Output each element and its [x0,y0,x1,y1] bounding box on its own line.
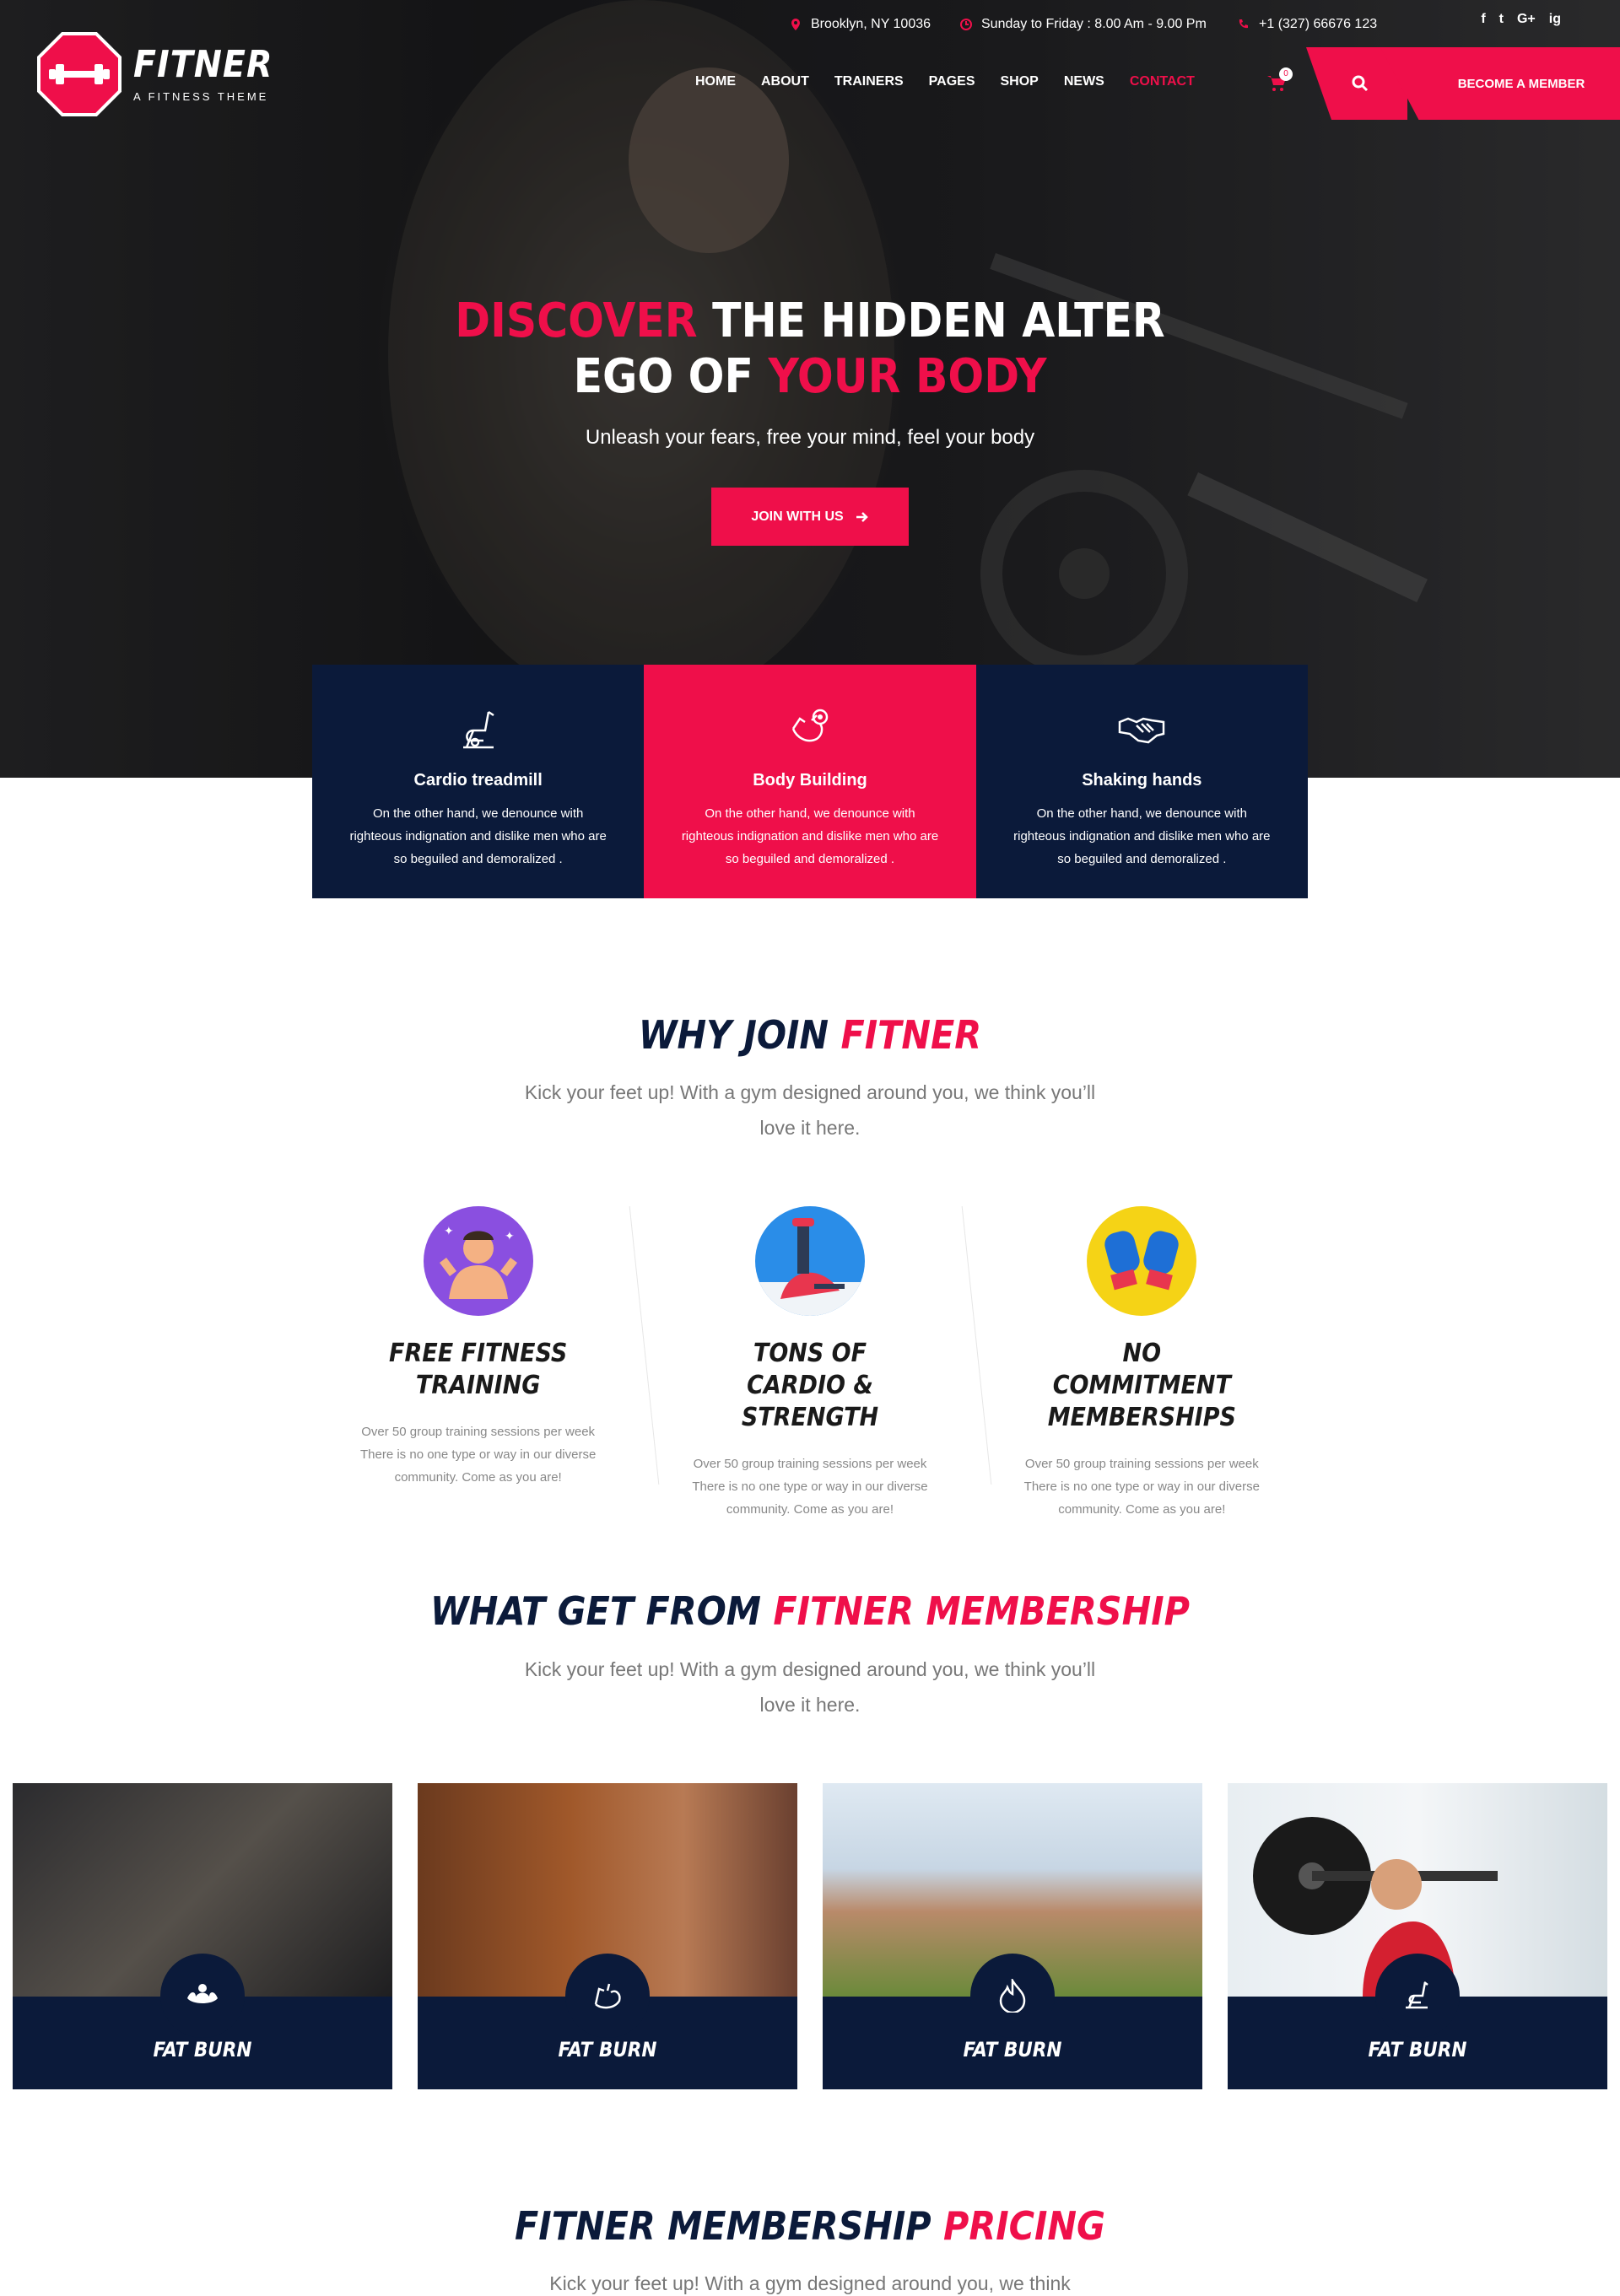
membership-card[interactable]: FAT BURN [1228,1783,1607,2089]
membership-cards: FAT BURN FAT BURN FAT BURN FAT BURN [13,1783,1607,2089]
feature-text: On the other hand, we denounce with righ… [349,806,607,866]
cart-button[interactable]: 0 [1266,67,1293,97]
feature-handshake: Shaking hands On the other hand, we deno… [975,665,1308,898]
card-label: FAT BURN [153,2038,252,2062]
arm-icon [791,709,829,742]
site-logo[interactable]: FITNER A FITNESS THEME [37,32,273,116]
brand-tagline: A FITNESS THEME [133,89,269,103]
membership-title-accent: FITNER MEMBERSHIP [773,1588,1190,1634]
facebook-icon[interactable]: f [1481,12,1485,27]
why-join-subtitle: Kick your feet up! With a gym designed a… [0,1075,1620,1145]
why-subtitle-text: Kick your feet up! With a gym designed a… [524,1081,1096,1139]
why-item: NO COMMITMENT MEMBERSHIPS Over 50 group … [976,1206,1308,1521]
feature-bodybuilding: Body Building On the other hand, we deno… [644,665,976,898]
why-item-text: Over 50 group training sessions per week… [360,1425,597,1485]
boxing-gloves-icon [1087,1206,1197,1316]
map-pin-icon [791,19,800,30]
hero-title-accent-2: YOUR BODY [768,349,1047,404]
treadmill-icon [1375,1954,1460,2038]
feature-text: On the other hand, we denounce with righ… [1013,806,1271,866]
svg-text:✦: ✦ [444,1224,454,1237]
pricing-subtitle: Kick your feet up! With a gym designed a… [0,2266,1620,2296]
phone-info[interactable]: +1 (327) 66676 123 [1237,12,1377,37]
hours-text: Sunday to Friday : 8.00 Am - 9.00 Pm [981,17,1207,31]
nav-shop[interactable]: SHOP [1001,74,1039,89]
location-info: Brooklyn, NY 10036 [789,12,931,37]
why-join-heading: WHY JOIN FITNER [0,1012,1620,1058]
brand-name: FITNER [133,42,273,86]
why-item-text: Over 50 group training sessions per week… [1023,1457,1260,1517]
membership-subtitle: Kick your feet up! With a gym designed a… [0,1652,1620,1722]
nav-pages[interactable]: PAGES [929,74,975,89]
hours-info: Sunday to Friday : 8.00 Am - 9.00 Pm [959,12,1207,37]
phone-text: +1 (327) 66676 123 [1259,17,1378,31]
nav-contact[interactable]: CONTACT [1130,74,1195,89]
feature-title: Shaking hands [1082,771,1202,790]
why-title-dark: WHY JOIN [638,1012,841,1058]
card-label: FAT BURN [963,2038,1062,2062]
membership-heading: WHAT GET FROM FITNER MEMBERSHIP [0,1588,1620,1634]
nav-news[interactable]: NEWS [1064,74,1104,89]
why-item: TONS OF CARDIO & STRENGTH Over 50 group … [644,1206,975,1521]
feature-cardio: Cardio treadmill On the other hand, we d… [312,665,645,898]
svg-text:✦: ✦ [505,1229,515,1242]
why-item-title: NO COMMITMENT MEMBERSHIPS [1047,1339,1236,1432]
social-links: f t G+ ig [1481,12,1561,27]
dumbbell-logo-icon [37,32,122,116]
nav-about[interactable]: ABOUT [761,74,809,89]
arrow-right-icon [856,511,868,522]
cardio-machine-icon [754,1206,865,1316]
nav-trainers[interactable]: TRAINERS [834,74,904,89]
membership-card[interactable]: FAT BURN [13,1783,392,2089]
hero-section: Brooklyn, NY 10036 Sunday to Friday : 8.… [0,0,1620,778]
trainer-icon: ✦ ✦ [423,1206,533,1316]
phone-icon [1239,19,1248,29]
search-icon [1352,75,1369,92]
why-item-title: FREE FITNESS TRAINING [389,1339,568,1400]
feature-title: Body Building [753,771,867,790]
hero-title-accent-1: DISCOVER [455,294,698,348]
join-button-label: JOIN WITH US [751,509,844,524]
why-item-text: Over 50 group training sessions per week… [692,1457,928,1517]
flame-icon [970,1954,1055,2038]
hero-title-part-1: THE HIDDEN ALTER [697,294,1165,348]
muscle-icon [160,1954,245,2038]
nav-home[interactable]: HOME [695,74,736,89]
why-item-title: TONS OF CARDIO & STRENGTH [741,1339,879,1432]
membership-card[interactable]: FAT BURN [418,1783,797,2089]
instagram-icon[interactable]: ig [1549,12,1561,27]
card-label: FAT BURN [1368,2038,1467,2062]
membership-subtitle-text: Kick your feet up! With a gym designed a… [524,1658,1096,1716]
feature-boxes: Cardio treadmill On the other hand, we d… [312,665,1308,898]
handshake-icon [1119,717,1165,744]
treadmill-icon [462,710,494,749]
feature-text: On the other hand, we denounce with righ… [681,806,939,866]
become-member-button[interactable]: BECOME A MEMBER [1380,47,1620,120]
why-title-accent: FITNER [840,1012,982,1058]
feature-title: Cardio treadmill [413,771,543,790]
google-plus-icon[interactable]: G+ [1517,12,1536,27]
card-label: FAT BURN [558,2038,657,2062]
twitter-icon[interactable]: t [1499,12,1504,27]
pricing-title-accent: PRICING [943,2203,1105,2249]
join-button[interactable]: JOIN WITH US [711,488,909,546]
why-item: ✦ ✦ FREE FITNESS TRAINING Over 50 group t… [312,1206,644,1521]
hero-title: DISCOVER THE HIDDEN ALTER EGO OF YOUR BO… [0,294,1620,405]
membership-title-dark: WHAT GET FROM [430,1588,774,1634]
pricing-title-dark: FITNER MEMBERSHIP [515,2203,944,2249]
bicep-icon [565,1954,650,2038]
cart-count-badge: 0 [1279,67,1293,81]
pricing-heading: FITNER MEMBERSHIP PRICING [0,2203,1620,2249]
why-join-columns: ✦ ✦ FREE FITNESS TRAINING Over 50 group t… [312,1206,1308,1521]
pricing-subtitle-text: Kick your feet up! With a gym designed a… [549,2272,1071,2294]
hero-title-part-2: EGO OF [573,349,769,404]
membership-card[interactable]: FAT BURN [823,1783,1202,2089]
hero-subtitle: Unleash your fears, free your mind, feel… [585,426,1035,449]
location-text: Brooklyn, NY 10036 [811,17,932,31]
main-nav: HOME ABOUT TRAINERS PAGES SHOP NEWS CONT… [695,74,1220,89]
clock-icon [960,19,972,30]
